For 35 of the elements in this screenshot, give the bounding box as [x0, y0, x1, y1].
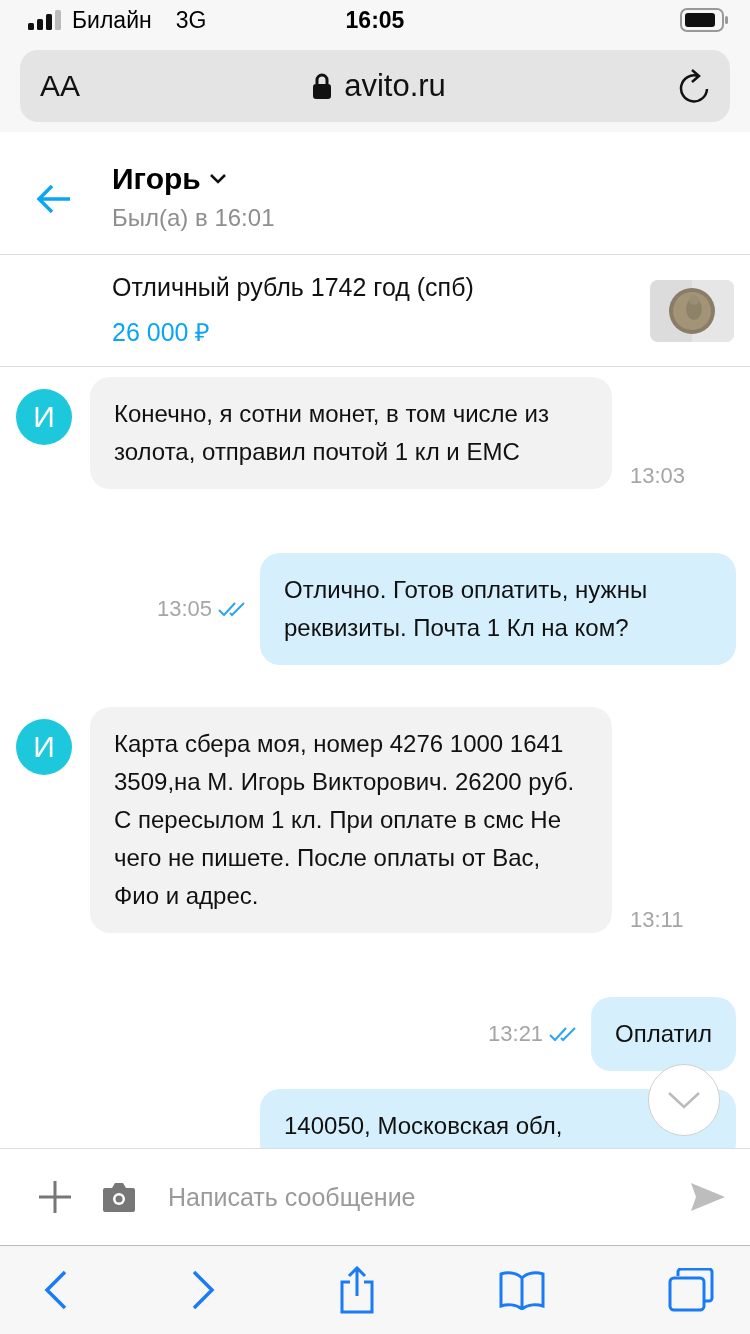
- listing-price: 26 000 ₽: [112, 317, 212, 348]
- back-arrow-icon[interactable]: [36, 184, 72, 214]
- battery-icon: [680, 8, 730, 32]
- forward-icon[interactable]: [191, 1270, 215, 1310]
- message-text: 140050, Московская обл,: [284, 1112, 563, 1139]
- url-text[interactable]: avito.ru: [344, 68, 446, 104]
- message-text: Конечно, я сотни монет, в том числе из золота, отправил почтой 1 кл и ЕМС: [114, 400, 549, 465]
- message-time: 13:05: [156, 596, 212, 622]
- chevron-down-icon[interactable]: [208, 173, 227, 185]
- camera-icon[interactable]: [102, 1182, 136, 1212]
- listing-title[interactable]: Отличный рубль 1742 год (спб): [112, 273, 650, 302]
- reload-icon[interactable]: [678, 69, 710, 103]
- book-icon[interactable]: [499, 1270, 545, 1310]
- share-icon[interactable]: [338, 1266, 376, 1314]
- plus-icon[interactable]: [38, 1180, 72, 1214]
- lock-icon: [312, 72, 333, 100]
- message-input[interactable]: Написать сообщение: [166, 1181, 660, 1213]
- message-text: Карта сбера моя, номер 4276 1000 1641 3509,на М. Игорь Викторович. 26200 руб. С пересылом 1 кл. При оплате в смс Не чего не пишете. После оплаты от Вас, Фио и адрес.: [114, 730, 575, 909]
- contact-name[interactable]: Игорь: [112, 162, 201, 196]
- network-type: 3G: [175, 6, 207, 34]
- message-time: 13:21: [488, 1021, 544, 1047]
- carrier-name: Билайн: [72, 6, 152, 34]
- tabs-icon[interactable]: [668, 1268, 714, 1312]
- clock: 16:05: [345, 6, 405, 34]
- message-text: Оплатил: [615, 1020, 712, 1047]
- message-time: 13:11: [630, 907, 684, 933]
- last-seen: Был(а) в 16:01: [112, 204, 275, 232]
- avatar: И: [16, 389, 72, 445]
- signal-icon: [28, 10, 62, 30]
- message-time: 13:03: [630, 463, 686, 489]
- avatar: И: [16, 719, 72, 775]
- back-icon[interactable]: [44, 1270, 68, 1310]
- chevron-down-icon: [667, 1091, 701, 1109]
- text-size-button[interactable]: AA: [40, 69, 81, 103]
- message-text: Отлично. Готов оплатить, нужны реквизиты. Почта 1 Кл на ком?: [284, 576, 648, 641]
